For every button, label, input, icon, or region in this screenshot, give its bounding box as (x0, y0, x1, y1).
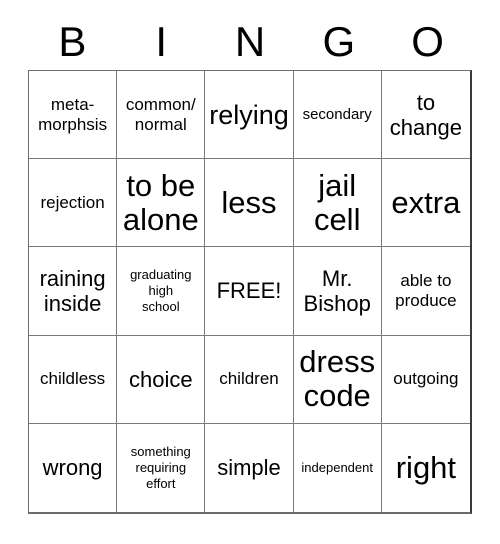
bingo-cell-label: independent (301, 459, 373, 475)
bingo-cell[interactable]: outgoing (381, 335, 470, 424)
bingo-cell-label: wrong (42, 455, 103, 481)
header-letter-g: G (322, 18, 356, 65)
bingo-cell[interactable]: childless (29, 335, 118, 424)
bingo-cell-label: childless (39, 369, 106, 389)
bingo-cell[interactable]: dress code (293, 335, 382, 424)
bingo-header: B I N G O (28, 14, 472, 70)
bingo-cell-label: to change (389, 89, 462, 140)
bingo-cell[interactable]: meta- morphsis (29, 71, 118, 160)
bingo-cell[interactable]: right (381, 423, 470, 512)
bingo-cell-label: extra (391, 184, 461, 220)
bingo-cell[interactable]: simple (205, 423, 294, 512)
bingo-cell[interactable]: something requiring effort (117, 423, 206, 512)
bingo-cell-label: FREE! (216, 278, 282, 304)
bingo-cell[interactable]: wrong (29, 423, 118, 512)
bingo-cell[interactable]: raining inside (29, 247, 118, 336)
bingo-cell[interactable]: relying (205, 71, 294, 160)
bingo-cell-label: jail cell (313, 167, 361, 237)
header-letter-i: I (155, 18, 168, 65)
bingo-cell[interactable]: children (205, 335, 294, 424)
bingo-cell-label: meta- morphsis (38, 94, 108, 134)
bingo-cell[interactable]: choice (117, 335, 206, 424)
bingo-grid: meta- morphsis common/ normal relying secon… (28, 70, 472, 514)
bingo-cell-label: choice (128, 366, 193, 392)
bingo-cell[interactable]: jail cell (293, 159, 382, 248)
bingo-cell-free[interactable]: FREE! (205, 247, 294, 336)
bingo-cell-label: children (219, 369, 279, 389)
header-letter-o: O (411, 18, 444, 65)
bingo-cell-label: secondary (302, 105, 372, 123)
bingo-cell[interactable]: Mr. Bishop (293, 247, 382, 336)
bingo-cell[interactable]: independent (293, 423, 382, 512)
bingo-cell-label: Mr. Bishop (303, 265, 371, 316)
bingo-cell-label: able to produce (395, 270, 457, 310)
bingo-cell-label: right (395, 449, 457, 485)
header-letter-b: B (58, 18, 87, 65)
bingo-cell-label: outgoing (393, 369, 459, 389)
bingo-cell-label: to be alone (122, 167, 199, 237)
bingo-cell-label: rejection (40, 192, 105, 212)
bingo-cell[interactable]: to change (381, 71, 470, 160)
bingo-cell-label: relying (209, 99, 289, 130)
bingo-cell[interactable]: extra (381, 159, 470, 248)
bingo-cell[interactable]: common/ normal (117, 71, 206, 160)
bingo-cell-label: dress code (299, 344, 376, 414)
bingo-cell-label: graduating high school (130, 266, 192, 314)
bingo-cell-label: common/ normal (125, 94, 196, 134)
bingo-cell-label: simple (217, 455, 281, 481)
bingo-cell[interactable]: less (205, 159, 294, 248)
bingo-cell[interactable]: graduating high school (117, 247, 206, 336)
bingo-cell[interactable]: rejection (29, 159, 118, 248)
bingo-cell-label: raining inside (39, 265, 106, 316)
bingo-cell-label: something requiring effort (130, 443, 191, 491)
bingo-cell-label: less (221, 184, 277, 220)
bingo-cell[interactable]: secondary (293, 71, 382, 160)
header-letter-n: N (234, 18, 266, 65)
bingo-cell[interactable]: able to produce (381, 247, 470, 336)
bingo-card: B I N G O meta- morphsis common/ normal re… (0, 0, 500, 544)
bingo-cell[interactable]: to be alone (117, 159, 206, 248)
